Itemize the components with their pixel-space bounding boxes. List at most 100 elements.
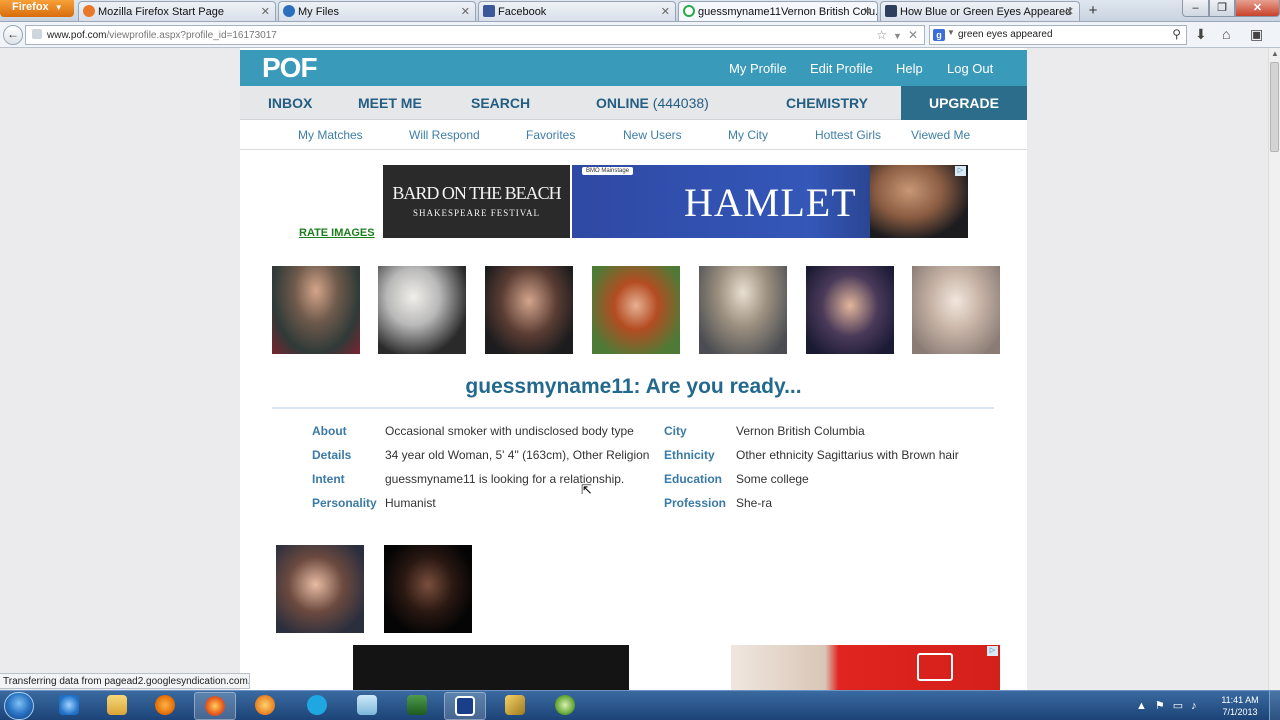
edit-profile-link[interactable]: Edit Profile [810,61,873,76]
taskbar-capture[interactable] [444,692,486,720]
screenshot-icon[interactable]: ▣ [1250,26,1263,43]
download-icon[interactable]: ⬇ [1195,26,1207,43]
tab-facebook[interactable]: Facebook ✕ [478,1,676,21]
tab-bar: Firefox ▼ Mozilla Firefox Start Page ✕ My… [0,0,1280,22]
close-window-button[interactable]: ✕ [1235,0,1280,17]
tool-icon [505,695,525,715]
network-icon[interactable]: ▭ [1173,700,1183,712]
subnav-will-respond[interactable]: Will Respond [409,128,480,142]
chevron-down-icon[interactable]: ▼ [947,28,955,37]
profile-photo-5[interactable] [699,266,787,354]
help-link[interactable]: Help [896,61,923,76]
profile-photo-4[interactable] [592,266,680,354]
profile-photo-7[interactable] [912,266,1000,354]
taskbar-tool[interactable] [494,692,536,720]
bookmark-star-icon[interactable]: ☆ [876,28,887,42]
minimize-button[interactable]: – [1182,0,1209,17]
sub-nav: My Matches Will Respond Favorites New Us… [240,120,1027,150]
tab-pof-profile[interactable]: guessmyname11Vernon British Colu... ✕ [678,1,878,21]
ad-logo-icon [917,653,953,681]
close-icon[interactable]: ✕ [261,5,270,18]
subnav-my-city[interactable]: My City [728,128,768,142]
dropdown-icon[interactable]: ▼ [893,31,902,41]
nav-upgrade[interactable]: UPGRADE [901,86,1027,120]
close-icon[interactable]: ✕ [461,5,470,18]
media-player-icon [155,695,175,715]
subnav-favorites[interactable]: Favorites [526,128,575,142]
subnav-viewed-me[interactable]: Viewed Me [911,128,970,142]
bottom-ad-right[interactable]: ▷ [731,645,1000,690]
taskbar-shield[interactable] [544,692,586,720]
nav-search[interactable]: SEARCH [471,95,530,111]
show-hidden-icons[interactable]: ▲ [1136,700,1147,712]
nav-inbox[interactable]: INBOX [268,95,312,111]
start-button[interactable] [4,692,34,720]
adchoices-icon[interactable]: ▷ [955,166,966,176]
taskbar-explorer[interactable] [96,692,138,720]
profile-photo-6[interactable] [806,266,894,354]
taskbar-monitor[interactable] [396,692,438,720]
facebook-icon [483,5,495,17]
tab-green-eyes[interactable]: How Blue or Green Eyes Appeared ✕ [880,1,1080,21]
profile-photo-1[interactable] [272,266,360,354]
close-icon[interactable]: ✕ [863,5,872,18]
actor-photo [870,165,968,238]
google-icon[interactable]: g [933,29,945,41]
flag-icon[interactable]: ⚑ [1155,700,1165,712]
search-icon[interactable]: ⚲ [1172,27,1181,41]
window-controls: – ❐ ✕ [1182,0,1280,17]
scroll-up-icon[interactable]: ▲ [1271,49,1279,58]
log-out-link[interactable]: Log Out [947,61,993,76]
subnav-new-users[interactable]: New Users [623,128,682,142]
intent-label: Intent [312,472,345,486]
search-input[interactable]: g ▼ green eyes appeared ⚲ [929,25,1187,45]
subnav-hottest-girls[interactable]: Hottest Girls [815,128,881,142]
rate-images-link[interactable]: RATE IMAGES [299,227,375,239]
monitor-icon [407,695,427,715]
close-icon[interactable]: ✕ [1065,5,1074,18]
notes-icon [357,695,377,715]
show-desktop-button[interactable] [1269,691,1280,720]
vertical-scrollbar[interactable]: ▲ [1268,48,1280,690]
about-value: Occasional smoker with undisclosed body … [385,424,634,438]
profile-title: guessmyname11: Are you ready... [465,375,802,398]
close-icon[interactable]: ✕ [661,5,670,18]
gallery-photo-2[interactable] [384,545,472,633]
system-clock[interactable]: 11:41 AM 7/1/2013 [1216,694,1264,718]
ad-banner[interactable]: BARD ON THE BEACH SHAKESPEARE FESTIVAL B… [383,165,968,238]
education-value: Some college [736,472,809,486]
taskbar-internet-explorer[interactable] [48,692,90,720]
maximize-button[interactable]: ❐ [1209,0,1235,17]
bottom-ad-left[interactable] [353,645,629,690]
profile-photo-2[interactable] [378,266,466,354]
hamlet-ad: BMO Mainstage HAMLET ▷ [572,165,968,238]
adchoices-icon[interactable]: ▷ [987,646,998,656]
taskbar-app-orange[interactable] [244,692,286,720]
taskbar-firefox[interactable] [194,692,236,720]
new-tab-button[interactable]: + [1083,2,1103,20]
firefox-menu-button[interactable]: Firefox ▼ [0,0,74,17]
tab-firefox-start[interactable]: Mozilla Firefox Start Page ✕ [78,1,276,21]
tab-my-files[interactable]: My Files ✕ [278,1,476,21]
back-button[interactable]: ← [3,25,23,45]
taskbar-skype[interactable] [296,692,338,720]
url-bar[interactable]: www.pof.com/viewprofile.aspx?profile_id=… [25,25,925,45]
main-nav: INBOX MEET ME SEARCH ONLINE (444038) CHE… [240,86,1027,120]
stop-icon[interactable]: ✕ [908,28,918,42]
taskbar-notes[interactable] [346,692,388,720]
skype-icon [307,695,327,715]
pof-logo[interactable]: POF [262,52,318,84]
home-icon[interactable]: ⌂ [1222,26,1230,42]
volume-icon[interactable]: ♪ [1191,700,1197,712]
gallery-photo-1[interactable] [276,545,364,633]
my-profile-link[interactable]: My Profile [729,61,787,76]
subnav-my-matches[interactable]: My Matches [298,128,363,142]
taskbar-media-player[interactable] [144,692,186,720]
sync-icon [283,5,295,17]
nav-online[interactable]: ONLINE (444038) [596,95,709,111]
nav-meet-me[interactable]: MEET ME [358,95,422,111]
profile-photo-3[interactable] [485,266,573,354]
scrollbar-thumb[interactable] [1270,62,1279,152]
chevron-down-icon: ▼ [54,3,63,12]
nav-chemistry[interactable]: CHEMISTRY [786,95,868,111]
